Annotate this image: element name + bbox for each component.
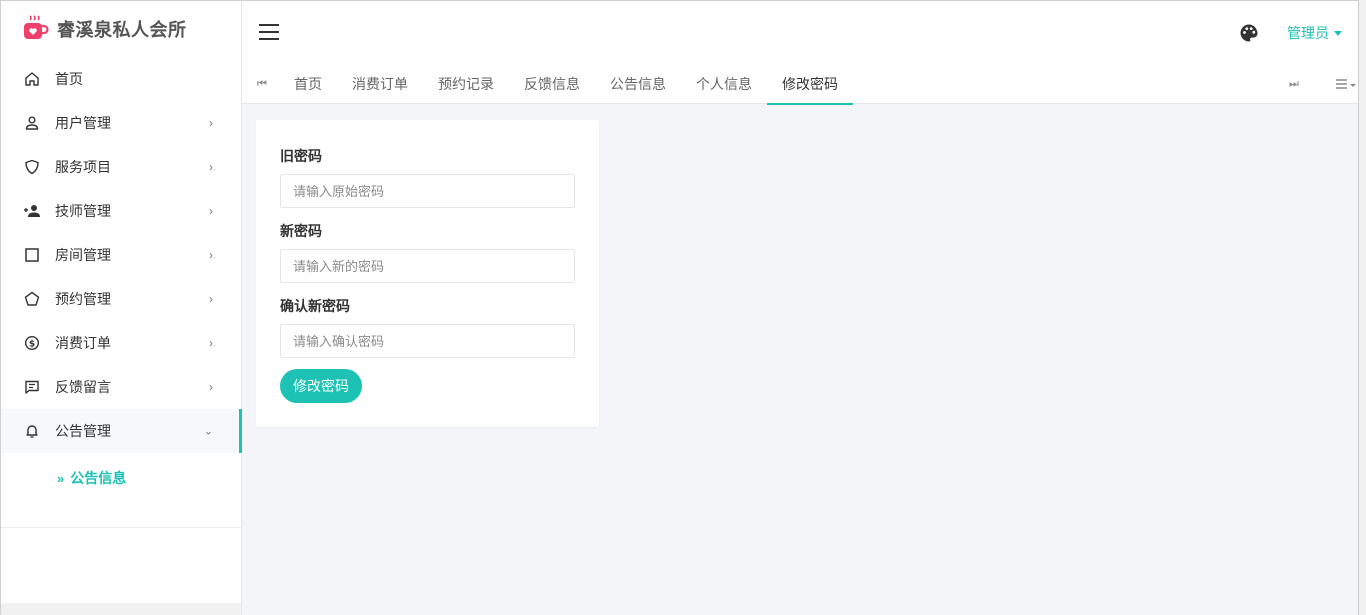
top-header: 管理员	[242, 0, 1366, 64]
tab-home[interactable]: 首页	[279, 64, 337, 104]
sidebar-item-label: 消费订单	[55, 335, 111, 351]
window-scrollbar[interactable]	[1358, 0, 1366, 615]
tab-announcements[interactable]: 公告信息	[595, 64, 681, 104]
sidebar-item-label: 服务项目	[55, 159, 111, 175]
chevron-right-icon: ›	[209, 380, 213, 394]
logo[interactable]: 睿溪泉私人会所	[1, 1, 241, 57]
tab-orders[interactable]: 消费订单	[337, 64, 423, 104]
change-password-button[interactable]: 修改密码	[280, 369, 362, 403]
chevron-right-icon: ›	[209, 204, 213, 218]
confirm-password-input[interactable]	[280, 324, 575, 358]
sidebar-subitem-announcement-info[interactable]: » 公告信息	[1, 453, 241, 503]
palette-icon[interactable]	[1239, 23, 1259, 43]
tab-reservation-records[interactable]: 预约记录	[423, 64, 509, 104]
chevron-right-icon: ›	[209, 160, 213, 174]
tab-change-password[interactable]: 修改密码	[767, 64, 853, 105]
sidebar-item-label: 预约管理	[55, 291, 111, 307]
sidebar-item-orders[interactable]: $ 消费订单 ›	[1, 321, 241, 365]
sidebar-item-feedback[interactable]: 反馈留言 ›	[1, 365, 241, 409]
sidebar-item-label: 反馈留言	[55, 379, 111, 395]
tabs-menu-icon[interactable]	[1335, 64, 1357, 104]
tabs: 首页 消费订单 预约记录 反馈信息 公告信息 个人信息 修改密码	[279, 64, 853, 105]
tabs-scroll-left-icon[interactable]: ⏮	[242, 64, 282, 104]
sidebar-item-reservations[interactable]: 预约管理 ›	[1, 277, 241, 321]
new-password-label: 新密码	[280, 223, 322, 239]
tabs-bar: ⏮ 首页 消费订单 预约记录 反馈信息 公告信息 个人信息 修改密码 ⏭	[242, 64, 1366, 105]
sidebar-divider	[1, 527, 241, 528]
sidebar-item-label: 用户管理	[55, 115, 111, 131]
old-password-label: 旧密码	[280, 148, 322, 164]
person-add-icon	[23, 202, 41, 220]
bell-icon	[23, 422, 41, 440]
sidebar-item-home[interactable]: 首页	[1, 57, 241, 101]
chevron-right-icon: ›	[209, 116, 213, 130]
sidebar-item-rooms[interactable]: 房间管理 ›	[1, 233, 241, 277]
chevron-down-icon: ⌄	[203, 425, 213, 438]
coffee-cup-icon	[21, 15, 49, 43]
sidebar-item-label: 技师管理	[55, 203, 111, 219]
chevron-right-icon: ›	[209, 292, 213, 306]
sidebar-subitem-label: 公告信息	[70, 470, 127, 486]
dollar-circle-icon: $	[23, 334, 41, 352]
sidebar-footer	[1, 603, 241, 615]
menu-toggle-icon[interactable]	[259, 24, 279, 40]
caret-down-icon	[1334, 30, 1342, 36]
shield-icon	[23, 158, 41, 176]
sidebar-menu: 首页 用户管理 › 服务项目 › 技师管理 › 房间管理 › 预约管理 › $ …	[1, 57, 242, 453]
sidebar-item-services[interactable]: 服务项目 ›	[1, 145, 241, 189]
sidebar-item-label: 首页	[55, 71, 83, 87]
sidebar-item-announcements[interactable]: 公告管理 ⌄	[1, 409, 242, 453]
new-password-group: 新密码	[280, 221, 575, 283]
user-icon	[23, 114, 41, 132]
confirm-password-group: 确认新密码	[280, 296, 575, 358]
svg-text:$: $	[29, 339, 35, 349]
chevron-right-icon: ›	[209, 248, 213, 262]
new-password-input[interactable]	[280, 249, 575, 283]
user-menu[interactable]: 管理员	[1287, 23, 1342, 43]
confirm-password-label: 确认新密码	[280, 298, 350, 314]
tab-profile[interactable]: 个人信息	[681, 64, 767, 104]
sidebar-item-technicians[interactable]: 技师管理 ›	[1, 189, 241, 233]
sidebar: 睿溪泉私人会所 首页 用户管理 › 服务项目 › 技师管理 › 房间管理 › 预…	[0, 0, 242, 615]
home-icon	[23, 70, 41, 88]
old-password-input[interactable]	[280, 174, 575, 208]
sidebar-item-label: 房间管理	[55, 247, 111, 263]
double-chevron-right-icon: »	[57, 470, 65, 486]
old-password-group: 旧密码	[280, 146, 575, 208]
sidebar-item-users[interactable]: 用户管理 ›	[1, 101, 241, 145]
square-icon	[23, 246, 41, 264]
app-title: 睿溪泉私人会所	[57, 20, 187, 40]
user-name: 管理员	[1287, 25, 1329, 41]
tabs-scroll-right-icon[interactable]: ⏭	[1274, 64, 1314, 104]
change-password-card: 旧密码 新密码 确认新密码 修改密码	[256, 120, 599, 427]
tab-feedback[interactable]: 反馈信息	[509, 64, 595, 104]
chevron-right-icon: ›	[209, 336, 213, 350]
message-icon	[23, 378, 41, 396]
pentagon-icon	[23, 290, 41, 308]
sidebar-item-label: 公告管理	[55, 423, 111, 439]
